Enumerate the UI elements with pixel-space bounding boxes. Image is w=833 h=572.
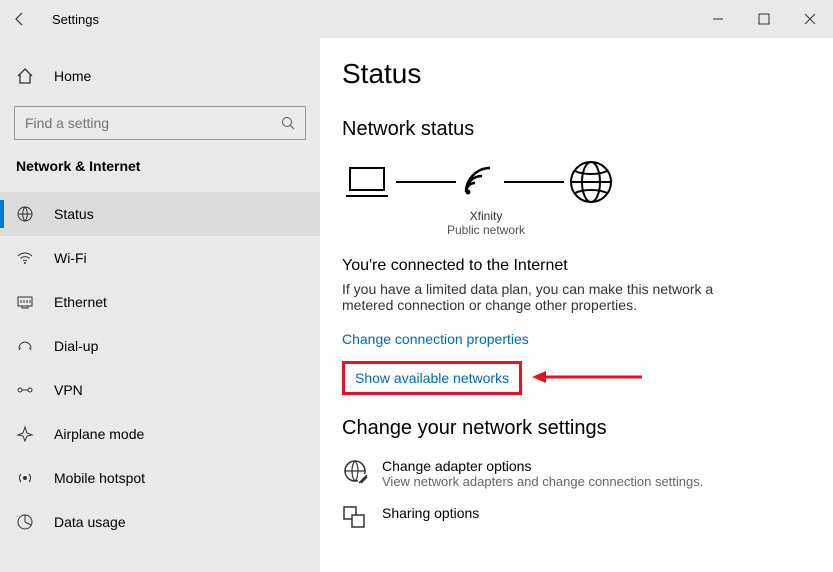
data-usage-icon [16,513,38,531]
vpn-icon [16,381,38,399]
wifi-icon [16,249,38,267]
titlebar: Settings [0,0,833,38]
search-icon [281,116,295,130]
main-content: Status Network status Xfinity Public net… [320,38,833,572]
home-label: Home [54,68,91,84]
annotation-arrow [532,367,642,387]
back-button[interactable] [0,0,40,38]
minimize-button[interactable] [695,0,741,38]
nav-label: Status [54,206,94,222]
option-adapter[interactable]: Change adapter options View network adap… [342,458,811,489]
network-ssid: Xfinity [436,209,536,223]
maximize-icon [758,13,770,25]
line-icon [504,162,564,202]
search-input[interactable] [14,106,306,140]
close-button[interactable] [787,0,833,38]
wifi-signal-icon [460,162,500,202]
sidebar-item-airplane[interactable]: Airplane mode [0,412,320,456]
subheading: Network status [342,118,811,141]
sidebar-item-vpn[interactable]: VPN [0,368,320,412]
nav-label: Mobile hotspot [54,470,145,486]
arrow-left-icon [12,11,28,27]
network-type: Public network [436,223,536,237]
window-controls [695,0,833,38]
network-diagram [342,159,811,205]
status-icon [16,205,38,223]
sharing-icon [342,505,368,531]
minimize-icon [712,13,724,25]
adapter-icon [342,458,368,489]
nav-label: Wi-Fi [54,250,87,266]
maximize-button[interactable] [741,0,787,38]
change-connection-link[interactable]: Change connection properties [342,331,529,347]
nav-label: Ethernet [54,294,107,310]
connected-title: You're connected to the Internet [342,257,811,275]
search-field[interactable] [25,115,281,131]
computer-icon [342,162,392,202]
sidebar-item-dialup[interactable]: Dial-up [0,324,320,368]
home-nav[interactable]: Home [0,58,320,94]
airplane-icon [16,425,38,443]
option-title: Change adapter options [382,458,703,474]
sidebar-item-data[interactable]: Data usage [0,500,320,544]
option-desc: View network adapters and change connect… [382,474,703,489]
home-icon [16,67,38,85]
sidebar: Home Network & Internet Status Wi-Fi Eth… [0,38,320,572]
section-header: Network & Internet [0,158,320,174]
nav-label: Dial-up [54,338,98,354]
line-icon [396,162,456,202]
nav-label: VPN [54,382,83,398]
nav-label: Airplane mode [54,426,144,442]
dialup-icon [16,337,38,355]
option-title: Sharing options [382,505,479,521]
globe-icon [568,159,614,205]
sidebar-item-hotspot[interactable]: Mobile hotspot [0,456,320,500]
page-title: Status [342,58,811,90]
settings-heading: Change your network settings [342,417,811,440]
option-sharing[interactable]: Sharing options [342,505,811,531]
sidebar-item-ethernet[interactable]: Ethernet [0,280,320,324]
nav-label: Data usage [54,514,126,530]
sidebar-item-status[interactable]: Status [0,192,320,236]
window-title: Settings [52,12,99,27]
show-networks-link[interactable]: Show available networks [342,361,522,395]
sidebar-item-wifi[interactable]: Wi-Fi [0,236,320,280]
hotspot-icon [16,469,38,487]
connected-desc: If you have a limited data plan, you can… [342,281,762,313]
close-icon [804,13,816,25]
ethernet-icon [16,293,38,311]
